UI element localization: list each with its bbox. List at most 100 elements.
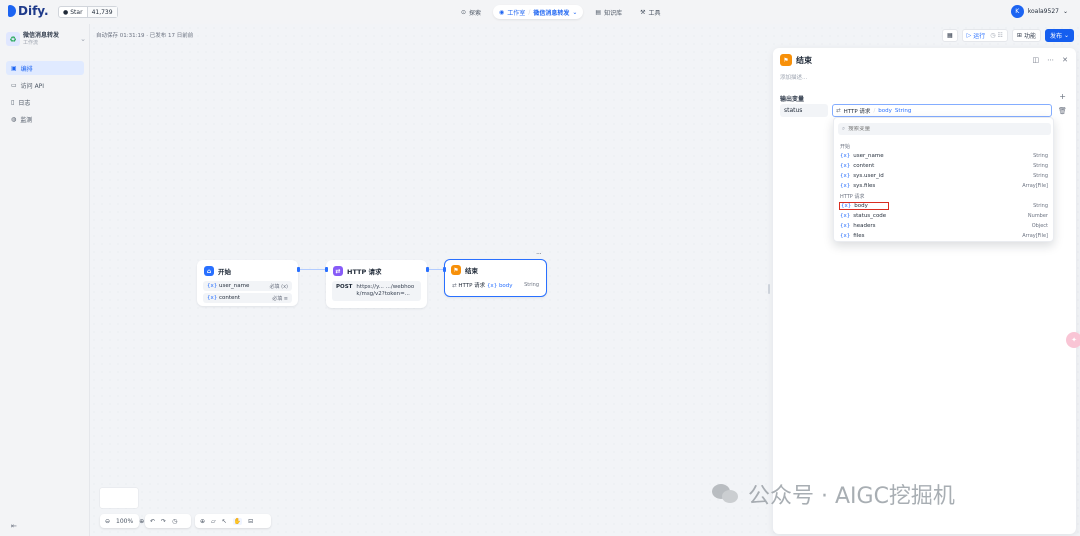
flag-icon: ⚑ bbox=[451, 265, 461, 275]
github-star-button[interactable]: ● Star 41,739 bbox=[58, 6, 118, 18]
list-item[interactable]: {x} files Array[File] bbox=[836, 231, 1053, 241]
list-item[interactable]: {x} content String bbox=[836, 161, 1053, 171]
sidebar-item-monitor[interactable]: ◍ 监测 bbox=[6, 112, 84, 126]
variable-icon: {x} bbox=[841, 203, 852, 209]
group-label: HTTP 请求 bbox=[840, 193, 865, 200]
variable-icon: {x} bbox=[840, 233, 851, 239]
end-node[interactable]: ⚑ 结束 ⇄ HTTP 请求 {x} body String bbox=[444, 259, 547, 297]
add-note-icon[interactable]: ▱ bbox=[211, 518, 216, 525]
list-item[interactable]: {x} status_code Number bbox=[836, 211, 1053, 221]
http-out-port[interactable] bbox=[426, 267, 429, 272]
list-item-selected[interactable]: {x} body String bbox=[836, 201, 1053, 211]
book-icon: ▤ bbox=[595, 8, 602, 16]
description-input[interactable]: 添加描述... bbox=[780, 73, 807, 81]
sidebar: ♻ 微信消息转发 工作流 ⌄ ▣ 编排 ▭ 访问 API ▯ 日志 ◍ 监测 ⇤ bbox=[0, 24, 90, 536]
sidebar-item-label: 访问 API bbox=[20, 82, 45, 90]
list-item[interactable]: {x} user_name String bbox=[836, 151, 1053, 161]
var-name: sys.files bbox=[853, 183, 876, 189]
var-type: String bbox=[1033, 203, 1048, 209]
recycle-icon: ♻ bbox=[6, 32, 20, 46]
start-out-port[interactable] bbox=[297, 267, 300, 272]
http-url: https://y... .../webhook/msg/v2?token=..… bbox=[356, 284, 415, 298]
list-item[interactable]: {x} sys.files Array[File] bbox=[836, 181, 1053, 191]
version-history-icon[interactable]: ◷ bbox=[172, 518, 177, 525]
nav-tools[interactable]: ⚒ 工具 bbox=[634, 5, 666, 19]
split-view-icon[interactable]: ◫ bbox=[1033, 56, 1040, 64]
user-menu[interactable]: K koala9527 ⌄ bbox=[1010, 5, 1068, 18]
variable-icon: {x} bbox=[207, 295, 218, 301]
variable-icon: {x} bbox=[840, 153, 851, 159]
variable-icon: {x} bbox=[207, 283, 218, 289]
zoom-in-icon[interactable]: ⊕ bbox=[139, 518, 144, 525]
start-node[interactable]: ⌂ 开始 {x} user_name 必填 (x) {x} content 必填… bbox=[197, 260, 298, 306]
output-name-input[interactable]: status bbox=[780, 104, 828, 117]
var-name: status_code bbox=[853, 213, 887, 219]
zoom-control: ⊖ 100% ⊕ bbox=[100, 514, 144, 528]
collapse-sidebar-icon[interactable]: ⇤ bbox=[11, 522, 17, 530]
trash-icon[interactable]: 🗑 bbox=[1058, 107, 1067, 115]
output-source: HTTP 请求 bbox=[458, 283, 486, 289]
features-button[interactable]: ⊞ 功能 bbox=[1011, 29, 1041, 42]
close-icon[interactable]: ✕ bbox=[1062, 56, 1068, 64]
compass-icon: ⊙ bbox=[461, 8, 467, 16]
publish-button[interactable]: 发布 ⌄ bbox=[1044, 29, 1074, 42]
hand-icon[interactable]: ✋ bbox=[232, 517, 243, 525]
organize-icon[interactable]: ⊟ bbox=[248, 518, 253, 525]
app-selector[interactable]: ♻ 微信消息转发 工作流 ⌄ bbox=[6, 30, 86, 48]
variable-icon: {x} bbox=[840, 223, 851, 229]
sidebar-item-label: 编排 bbox=[20, 65, 33, 73]
minimap[interactable] bbox=[100, 488, 138, 508]
sidebar-item-api[interactable]: ▭ 访问 API bbox=[6, 78, 84, 92]
pointer-icon[interactable]: ↖ bbox=[222, 518, 227, 525]
var-name: headers bbox=[853, 223, 876, 229]
wechat-icon bbox=[712, 482, 740, 506]
checklist-icon: ☷ bbox=[997, 32, 1003, 39]
sidebar-item-logs[interactable]: ▯ 日志 bbox=[6, 95, 84, 109]
nav-studio[interactable]: ◉ 工作室 / 微信消息转发 ⌄ bbox=[493, 5, 584, 19]
zoom-level[interactable]: 100% bbox=[116, 518, 133, 525]
dify-logo[interactable]: Dify. bbox=[8, 4, 49, 18]
var-name: content bbox=[853, 163, 875, 169]
node-title: 开始 bbox=[218, 268, 231, 276]
http-summary: POST https://y... .../webhook/msg/v2?tok… bbox=[332, 281, 421, 302]
output-value-selector[interactable]: ⇄ HTTP 请求 / body String bbox=[832, 104, 1052, 117]
nav-explore[interactable]: ⊙ 探索 bbox=[455, 5, 487, 19]
zoom-out-icon[interactable]: ⊖ bbox=[105, 518, 110, 525]
chevron-down-icon: ⌄ bbox=[1063, 32, 1069, 39]
var-type: String bbox=[1033, 173, 1048, 179]
floating-assistant-icon[interactable]: ✦ bbox=[1066, 332, 1080, 348]
play-icon: ▷ bbox=[966, 32, 972, 39]
add-node-icon[interactable]: ⊕ bbox=[200, 518, 205, 525]
env-button[interactable]: ▦ bbox=[941, 29, 958, 42]
end-in-port[interactable] bbox=[443, 267, 446, 272]
node-more-icon[interactable]: ... bbox=[536, 248, 542, 256]
panel-title[interactable]: 结束 bbox=[796, 55, 812, 66]
run-button[interactable]: ▷ 运行 ◷ ☷ bbox=[961, 29, 1008, 42]
panel-resize-handle[interactable] bbox=[768, 284, 770, 294]
var-name: sys.user_id bbox=[853, 173, 884, 179]
watermark-text: 公众号 · AIGC挖掘机 bbox=[748, 484, 955, 509]
sidebar-item-orchestrate[interactable]: ▣ 编排 bbox=[6, 61, 84, 75]
app-type: 工作流 bbox=[23, 39, 39, 46]
more-icon[interactable]: ⋯ bbox=[1047, 56, 1054, 64]
list-item[interactable]: {x} sys.user_id String bbox=[836, 171, 1053, 181]
list-item[interactable]: {x} headers Object bbox=[836, 221, 1053, 231]
http-request-node[interactable]: ⇄ HTTP 请求 POST https://y... .../webhook/… bbox=[326, 260, 427, 308]
redo-icon[interactable]: ↷ bbox=[161, 518, 166, 525]
nav-knowledge[interactable]: ▤ 知识库 bbox=[589, 5, 628, 19]
variable-icon: {x} bbox=[840, 213, 851, 219]
search-input[interactable] bbox=[848, 126, 1039, 132]
undo-icon[interactable]: ↶ bbox=[150, 518, 155, 525]
publish-label: 发布 bbox=[1049, 33, 1062, 40]
history-icon: ◷ bbox=[990, 32, 996, 39]
chevron-down-icon: ⌄ bbox=[1062, 8, 1068, 15]
variable-search[interactable]: ⌕ bbox=[838, 123, 1051, 135]
top-bar: Dify. ● Star 41,739 ⊙ 探索 ◉ 工作室 / 微信消息转发 ⌄… bbox=[0, 0, 1080, 24]
add-output-icon[interactable]: + bbox=[1059, 92, 1066, 101]
current-app-name[interactable]: 微信消息转发 bbox=[533, 8, 569, 17]
nav-tools-label: 工具 bbox=[648, 9, 661, 17]
http-in-port[interactable] bbox=[325, 267, 328, 272]
edge-start-http bbox=[299, 269, 327, 270]
var-name: user_name bbox=[853, 153, 884, 159]
var-name: content bbox=[219, 295, 241, 301]
